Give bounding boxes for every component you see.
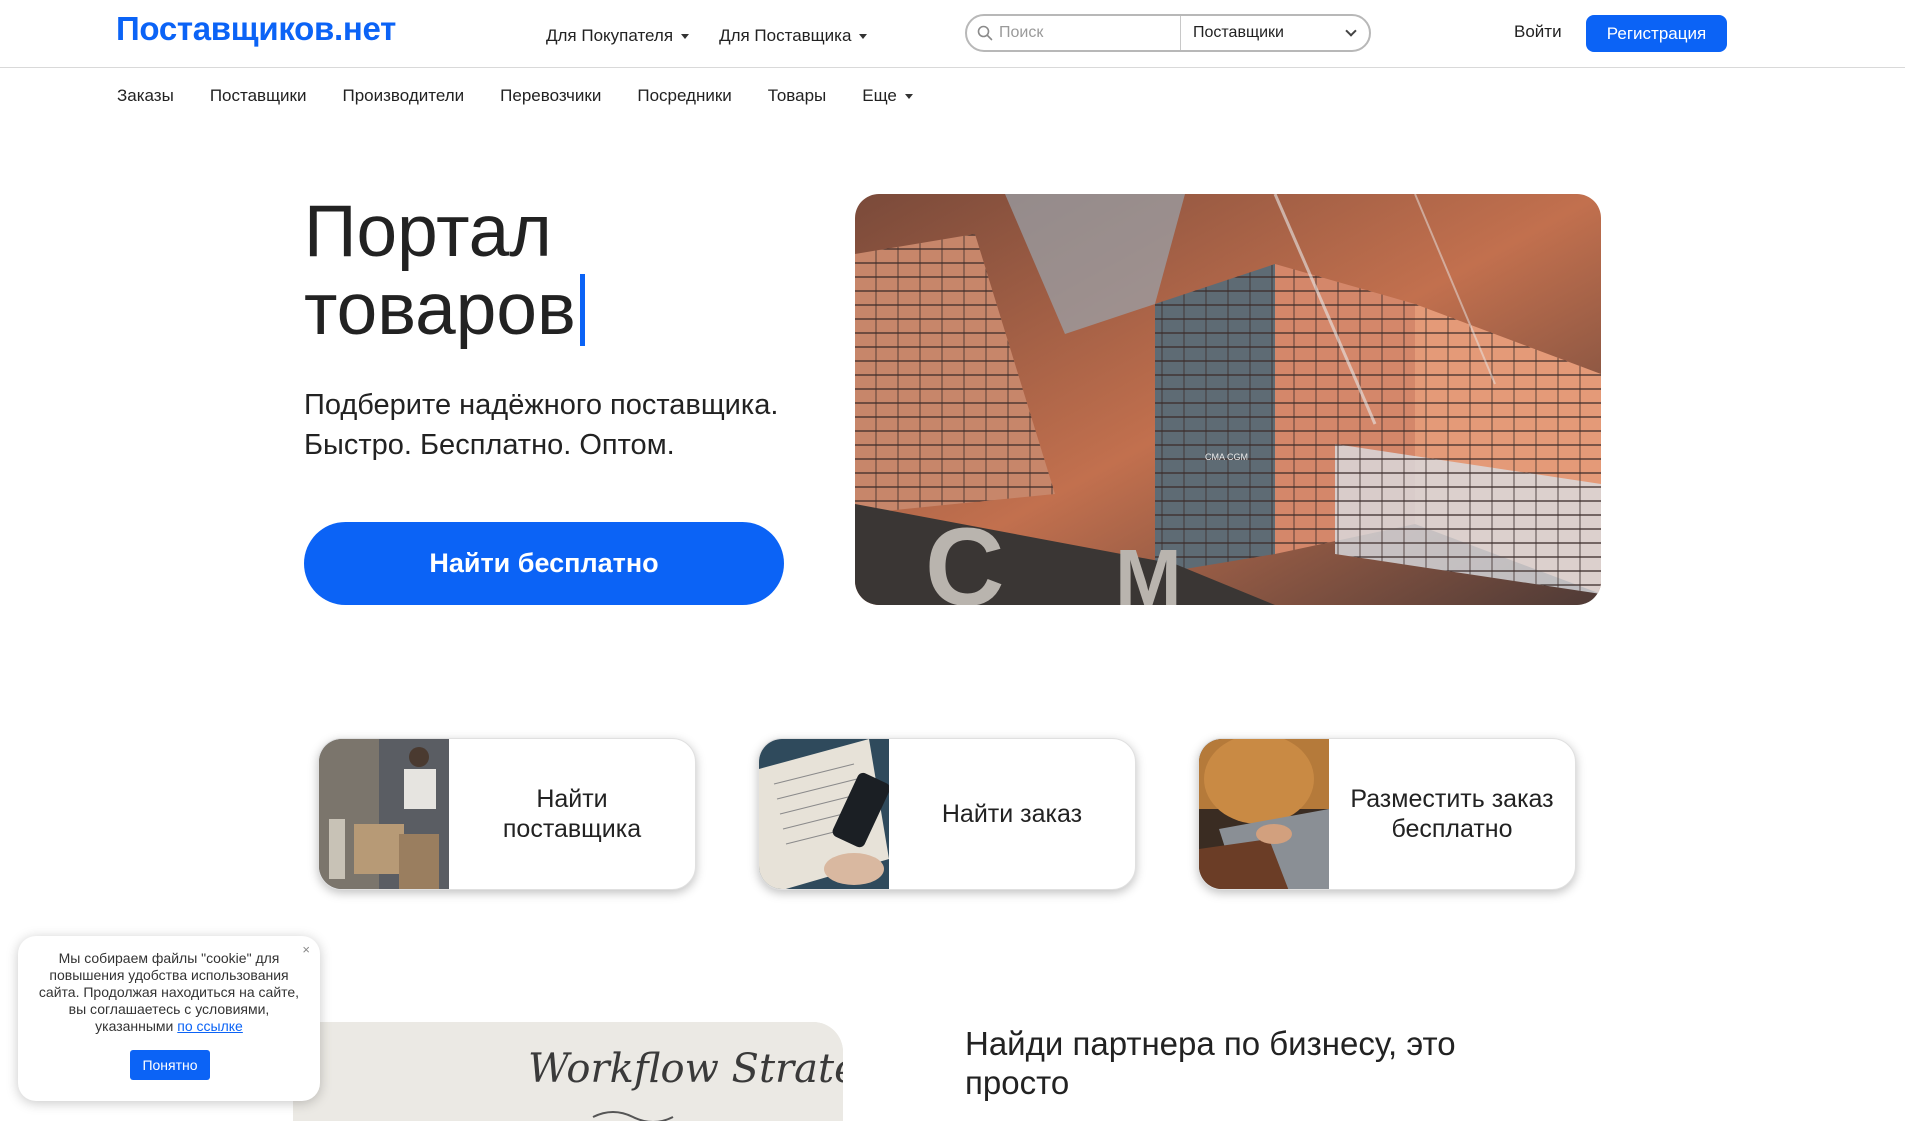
partner-section-title: Найди партнера по бизнесу, это просто xyxy=(965,1024,1525,1102)
search-icon xyxy=(977,25,993,41)
whiteboard-text: Workflow Strateg xyxy=(528,1046,843,1092)
search-category-value: Поставщики xyxy=(1193,24,1284,41)
top-nav: Для Покупателя Для Поставщика xyxy=(546,26,868,46)
site-logo[interactable]: Поставщиков.нет xyxy=(116,10,396,48)
card-place-order[interactable]: Разместить заказ бесплатно xyxy=(1198,738,1576,890)
card-find-order[interactable]: Найти заказ xyxy=(758,738,1136,890)
ship-lettering: CMA CGM xyxy=(1205,452,1248,462)
card-place-order-line1: Разместить заказ xyxy=(1350,785,1554,813)
cookie-accept-button[interactable]: Понятно xyxy=(130,1050,210,1080)
card-find-order-label: Найти заказ xyxy=(889,739,1135,889)
card-find-supplier[interactable]: Найти поставщика xyxy=(318,738,696,890)
card-image-laptop xyxy=(1199,739,1329,889)
svg-text:M: M xyxy=(1115,533,1182,605)
nav-for-supplier[interactable]: Для Поставщика xyxy=(719,26,868,46)
search-category-select[interactable]: Поставщики xyxy=(1181,16,1369,50)
caret-down-icon xyxy=(681,33,690,39)
svg-text:C: C xyxy=(925,506,1004,605)
subnav-more-label: Еще xyxy=(862,86,897,105)
hero-image-cargo-ship: C M CMA CGM xyxy=(855,194,1601,605)
caret-down-icon xyxy=(904,93,913,99)
subnav-item-manufacturers[interactable]: Производители xyxy=(342,86,464,106)
search-input[interactable] xyxy=(999,24,1169,42)
subnav-item-intermediaries[interactable]: Посредники xyxy=(637,86,731,106)
typing-cursor xyxy=(579,274,585,346)
card-find-supplier-line2: поставщика xyxy=(502,815,642,843)
cookie-message: Мы собираем файлы "cookie" для повышения… xyxy=(38,950,300,1034)
hero-title: Портал товаров xyxy=(304,193,585,349)
subnav-item-more[interactable]: Еще xyxy=(862,86,913,106)
hero-title-line2: товаров xyxy=(304,269,576,350)
site-header: Поставщиков.нет Для Покупателя Для Поста… xyxy=(0,0,1905,68)
close-icon[interactable]: × xyxy=(302,942,310,957)
subnav-item-goods[interactable]: Товары xyxy=(768,86,826,106)
register-button[interactable]: Регистрация xyxy=(1586,15,1727,52)
nav-for-supplier-label: Для Поставщика xyxy=(719,26,852,45)
cookie-text: Мы собираем файлы "cookie" для повышения… xyxy=(36,950,302,1035)
find-free-button[interactable]: Найти бесплатно xyxy=(304,522,784,605)
partner-title-line2: просто xyxy=(965,1064,1070,1101)
nav-for-buyer-label: Для Покупателя xyxy=(546,26,674,45)
chevron-down-icon xyxy=(1345,25,1357,37)
subnav-item-orders[interactable]: Заказы xyxy=(117,86,174,106)
partner-title-line1: Найди партнера по бизнесу, это xyxy=(965,1025,1456,1062)
nav-for-buyer[interactable]: Для Покупателя xyxy=(546,26,690,46)
card-place-order-label: Разместить заказ бесплатно xyxy=(1329,739,1575,889)
card-place-order-line2: бесплатно xyxy=(1391,815,1513,843)
whiteboard-image: Workflow Strateg xyxy=(293,1022,843,1121)
card-find-supplier-line1: Найти xyxy=(536,785,608,813)
card-image-warehouse xyxy=(319,739,449,889)
card-find-order-line1: Найти заказ xyxy=(941,800,1083,828)
hero-subtitle-line1: Подберите надёжного поставщика. xyxy=(304,389,779,421)
card-image-notepad xyxy=(759,739,890,889)
hero-subtitle-line2: Быстро. Бесплатно. Оптом. xyxy=(304,429,675,461)
search-field-wrap xyxy=(967,16,1181,50)
subnav-item-carriers[interactable]: Перевозчики xyxy=(500,86,601,106)
hero-title-line1: Портал xyxy=(304,191,552,272)
cookie-policy-link[interactable]: по ссылке xyxy=(177,1018,243,1034)
login-link[interactable]: Войти xyxy=(1514,22,1562,42)
search-bar: Поставщики xyxy=(965,14,1371,52)
category-nav: Заказы Поставщики Производители Перевозч… xyxy=(117,86,913,106)
card-find-supplier-label: Найти поставщика xyxy=(449,739,695,889)
caret-down-icon xyxy=(859,33,868,39)
subnav-item-suppliers[interactable]: Поставщики xyxy=(210,86,307,106)
cookie-banner: × Мы собираем файлы "cookie" для повышен… xyxy=(18,936,320,1101)
hero-subtitle: Подберите надёжного поставщика. Быстро. … xyxy=(304,385,778,465)
